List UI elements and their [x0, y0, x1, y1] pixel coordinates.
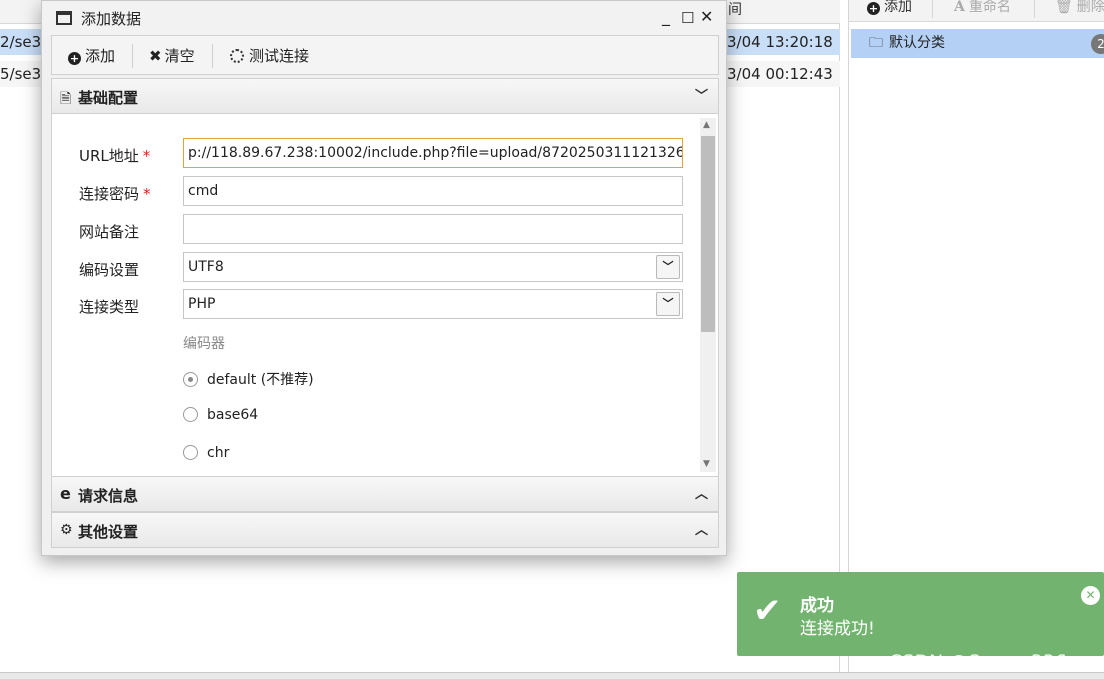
document-icon: 🗎 [60, 91, 72, 107]
required-mark: * [142, 147, 151, 165]
minimize-button[interactable]: _ [662, 7, 670, 27]
test-connection-button[interactable]: 测试连接 [230, 45, 309, 66]
edge-icon: e [60, 484, 71, 503]
type-value: PHP [188, 296, 216, 312]
category-item-default[interactable]: 🗀 默认分类 2 [851, 29, 1104, 58]
chevron-down-icon: ﹀ [694, 89, 708, 104]
watermark: CSDN @Sʜ ．336 [889, 651, 1067, 673]
section-title: 请求信息 [78, 487, 139, 505]
toolbar-divider [932, 0, 933, 18]
scroll-down-icon[interactable]: ▼ [703, 459, 710, 469]
encoder-label: 编码器 [183, 336, 225, 352]
plus-circle-icon: + [68, 52, 81, 65]
type-select[interactable]: PHP ﹀ [183, 289, 683, 319]
toast-message: 连接成功! [800, 619, 875, 639]
password-row: 连接密码 * cmd [52, 176, 702, 208]
section-title: 其他设置 [78, 523, 139, 541]
row-time: 3/04 00:12:43 [727, 65, 833, 83]
trash-icon: 🗑 [1055, 0, 1073, 15]
chevron-up-icon: ︿ [694, 523, 708, 538]
category-delete-button[interactable]: 🗑 删除 [1055, 0, 1104, 17]
required-mark: * [143, 185, 151, 203]
encoder-option-default[interactable]: default (不推荐) [183, 369, 314, 391]
chevron-up-icon: ︿ [694, 487, 708, 502]
password-label: 连接密码 * [79, 185, 151, 203]
encoding-label: 编码设置 [79, 261, 140, 279]
check-icon: ✔ [753, 591, 782, 631]
close-button[interactable]: ✕ [700, 7, 713, 27]
category-toolbar: + 添加 A 重命名 🗑 删除 [849, 0, 1104, 22]
gears-icon: ⚙ [60, 522, 73, 538]
category-add-button[interactable]: + 添加 [867, 0, 912, 17]
category-label: 默认分类 [889, 35, 945, 51]
list-header-time: 间 [728, 2, 742, 18]
section-basic-body: URL地址 * p://118.89.67.238:10002/include.p… [51, 114, 719, 476]
type-row: 连接类型 PHP ﹀ [52, 289, 702, 321]
close-icon[interactable]: ✕ [1081, 586, 1100, 605]
radio-button[interactable] [183, 372, 198, 387]
clear-button[interactable]: ✖ 清空 [149, 45, 195, 66]
url-label: URL地址 * [79, 147, 151, 165]
plus-circle-icon: + [867, 2, 880, 15]
add-data-dialog: 添加数据 _ ☐ ✕ + 添加 ✖ 清空 测试连接 🗎 基础配置 ﹀ URL地址 * … [41, 0, 727, 556]
section-title: 基础配置 [78, 89, 139, 107]
note-input[interactable] [183, 214, 683, 244]
note-row: 网站备注 [52, 214, 702, 246]
spinner-icon [230, 49, 244, 63]
add-button[interactable]: + 添加 [68, 45, 115, 66]
count-badge: 2 [1091, 34, 1104, 54]
encoding-value: UTF8 [188, 259, 224, 275]
maximize-button[interactable]: ☐ [681, 8, 694, 28]
password-input[interactable]: cmd [183, 176, 683, 206]
dialog-titlebar[interactable]: 添加数据 _ ☐ ✕ [42, 1, 726, 35]
section-other-header[interactable]: ⚙ 其他设置 ︿ [51, 512, 719, 548]
scrollbar-thumb[interactable] [701, 136, 715, 332]
toolbar-divider [212, 44, 213, 68]
close-icon: ✖ [149, 47, 162, 65]
type-label: 连接类型 [79, 298, 140, 316]
row-time: 3/04 13:20:18 [727, 33, 833, 51]
radio-button[interactable] [183, 407, 198, 422]
window-icon [56, 11, 72, 25]
toolbar-divider [1034, 0, 1035, 18]
scroll-up-icon[interactable]: ▲ [703, 120, 710, 130]
category-rename-button[interactable]: A 重命名 [954, 0, 1011, 17]
font-icon: A [954, 0, 965, 15]
folder-icon: 🗀 [869, 35, 883, 51]
note-label: 网站备注 [79, 223, 140, 241]
success-toast: ✔ 成功 连接成功! ✕ [737, 572, 1104, 656]
chevron-down-icon[interactable]: ﹀ [656, 292, 680, 316]
vertical-scrollbar[interactable]: ▲ ▼ [700, 118, 716, 472]
chevron-down-icon[interactable]: ﹀ [656, 255, 680, 279]
encoder-option-base64[interactable]: base64 [183, 407, 258, 429]
encoding-row: 编码设置 UTF8 ﹀ [52, 252, 702, 284]
encoding-select[interactable]: UTF8 ﹀ [183, 252, 683, 282]
url-input[interactable]: p://118.89.67.238:10002/include.php?file… [183, 138, 683, 168]
dialog-toolbar: + 添加 ✖ 清空 测试连接 [51, 35, 719, 75]
toast-title: 成功 [800, 596, 834, 616]
encoder-option-chr[interactable]: chr [183, 445, 229, 467]
section-basic-header[interactable]: 🗎 基础配置 ﹀ [51, 78, 719, 114]
section-request-header[interactable]: e 请求信息 ︿ [51, 476, 719, 512]
url-row: URL地址 * p://118.89.67.238:10002/include.p… [52, 138, 702, 170]
dialog-title: 添加数据 [81, 10, 142, 28]
radio-button[interactable] [183, 445, 198, 460]
toolbar-divider [132, 44, 133, 68]
